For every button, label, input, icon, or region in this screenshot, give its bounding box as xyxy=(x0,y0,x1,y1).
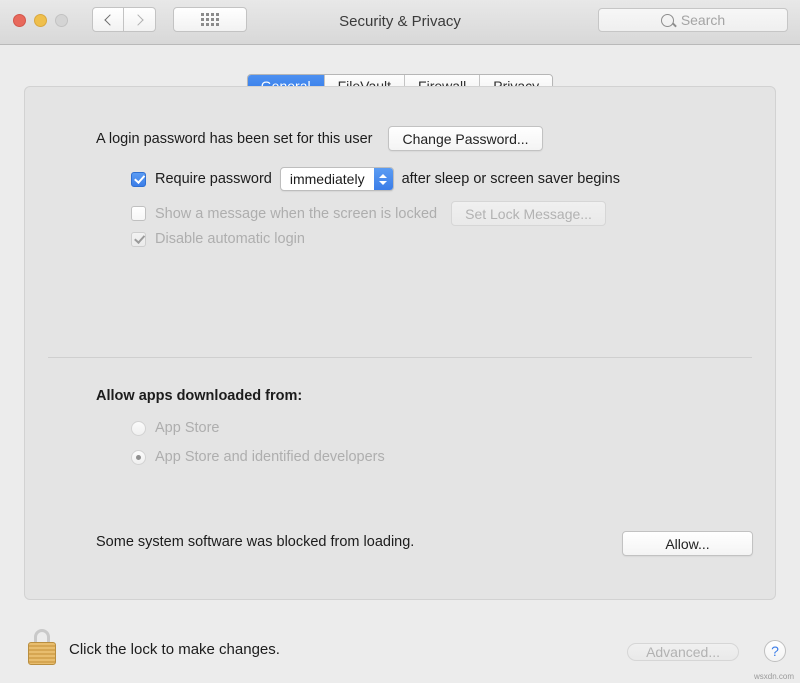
allow-blocked-software-row: Allow... xyxy=(622,531,753,556)
set-lock-message-button[interactable]: Set Lock Message... xyxy=(451,201,606,226)
lock-hint-text: Click the lock to make changes. xyxy=(69,641,280,658)
change-password-button[interactable]: Change Password... xyxy=(388,126,543,151)
search-field[interactable]: Search xyxy=(598,8,788,32)
radio-selected-dot-icon xyxy=(136,454,141,460)
lock-body-icon xyxy=(28,642,56,665)
show-lock-message-checkbox[interactable] xyxy=(131,206,146,221)
chevron-right-icon xyxy=(132,13,144,26)
allow-apps-heading: Allow apps downloaded from: xyxy=(96,388,303,404)
allow-apps-option-identified-developers[interactable]: App Store and identified developers xyxy=(131,449,385,465)
require-password-delay-value: immediately xyxy=(289,171,365,187)
grid-icon xyxy=(201,13,219,26)
navigation-buttons xyxy=(92,7,156,32)
require-password-delay-select[interactable]: immediately xyxy=(279,167,394,191)
disable-auto-login-row: Disable automatic login xyxy=(131,231,305,247)
require-password-label: Require password xyxy=(155,171,272,187)
radio-app-store-identified-developers[interactable] xyxy=(131,449,146,465)
zoom-button[interactable] xyxy=(55,14,68,27)
blocked-software-row: Some system software was blocked from lo… xyxy=(96,534,414,550)
show-lock-message-row: Show a message when the screen is locked… xyxy=(131,201,606,226)
advanced-button[interactable]: Advanced... xyxy=(627,643,739,661)
require-password-row: Require password immediately after sleep… xyxy=(131,167,620,191)
radio-identified-developers-label: App Store and identified developers xyxy=(155,449,385,465)
require-password-suffix: after sleep or screen saver begins xyxy=(401,171,620,187)
radio-app-store-label: App Store xyxy=(155,420,220,436)
allow-button[interactable]: Allow... xyxy=(622,531,753,556)
chevron-left-icon xyxy=(103,13,116,26)
minimize-button[interactable] xyxy=(34,14,47,27)
login-password-status: A login password has been set for this u… xyxy=(96,130,373,147)
show-all-button[interactable] xyxy=(173,7,247,32)
help-button[interactable]: ? xyxy=(764,640,786,662)
checkmark-icon xyxy=(133,172,145,184)
traffic-lights xyxy=(13,14,68,27)
blocked-software-message: Some system software was blocked from lo… xyxy=(96,534,415,550)
show-lock-message-label: Show a message when the screen is locked xyxy=(155,205,438,222)
close-button[interactable] xyxy=(13,14,26,27)
disable-auto-login-checkbox[interactable] xyxy=(131,231,146,247)
allow-apps-heading-row: Allow apps downloaded from: xyxy=(96,388,302,404)
forward-button[interactable] xyxy=(124,7,156,32)
require-password-checkbox[interactable] xyxy=(131,171,146,187)
checkmark-icon xyxy=(133,232,145,244)
login-password-row: A login password has been set for this u… xyxy=(96,126,543,151)
search-icon xyxy=(660,13,674,27)
disable-auto-login-label: Disable automatic login xyxy=(155,231,305,247)
stepper-arrows-icon xyxy=(373,168,393,190)
search-placeholder: Search xyxy=(680,12,726,28)
radio-app-store[interactable] xyxy=(131,420,146,436)
advanced-button-wrap: Advanced... xyxy=(627,639,739,665)
window-titlebar: Security & Privacy Search xyxy=(0,0,800,45)
back-button[interactable] xyxy=(92,7,124,32)
lock-icon[interactable] xyxy=(27,629,57,665)
watermark-text: wsxdn.com xyxy=(753,672,794,681)
section-divider xyxy=(48,357,752,358)
allow-apps-option-appstore[interactable]: App Store xyxy=(131,420,220,436)
security-privacy-window: Security & Privacy Search General FileVa… xyxy=(0,0,800,683)
general-pane: A login password has been set for this u… xyxy=(24,86,776,600)
